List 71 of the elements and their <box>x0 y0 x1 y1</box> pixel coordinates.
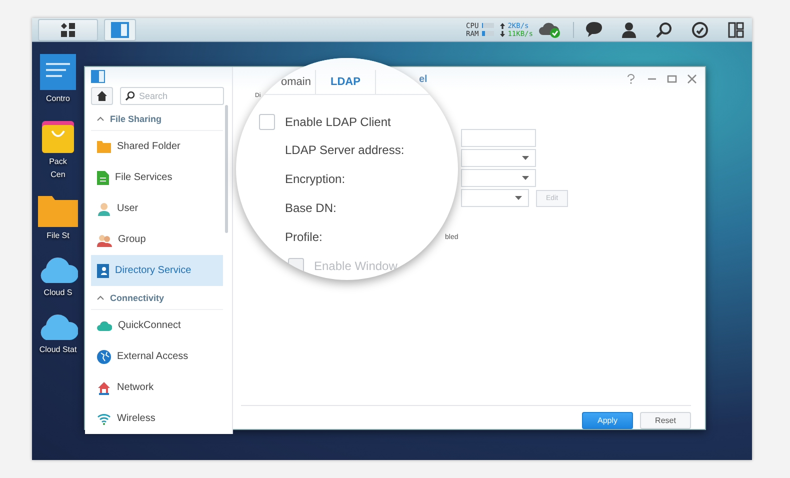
checkbox-label: Enable Window <box>314 258 398 273</box>
home-button[interactable] <box>91 87 113 105</box>
house-icon <box>97 380 111 394</box>
field-label: Base DN: <box>285 200 336 217</box>
document-icon <box>97 170 109 184</box>
sidebar-item[interactable]: Network <box>91 372 223 403</box>
dropdown-field[interactable] <box>461 149 536 167</box>
user-icon <box>97 202 111 216</box>
checkbox[interactable] <box>259 114 275 130</box>
desktop-icon-label[interactable]: Cloud S <box>44 288 72 297</box>
dropdown-field[interactable] <box>461 169 536 187</box>
section-header[interactable]: Connectivity <box>91 286 223 310</box>
sidebar-item[interactable]: File Services <box>91 162 223 193</box>
checkbox-label: Enable LDAP Client <box>285 114 391 129</box>
chat-icon[interactable] <box>586 22 602 37</box>
help-icon <box>627 74 635 84</box>
sidebar-item[interactable]: Shared Folder <box>91 131 223 162</box>
desktop-icon-label[interactable]: Cloud Stat <box>39 345 77 354</box>
folder-icon <box>97 140 111 153</box>
section-header[interactable]: File Sharing <box>91 107 223 131</box>
window-icon[interactable] <box>40 54 76 90</box>
dropdown-field[interactable] <box>461 189 529 207</box>
desktop-icon-label[interactable]: Pack <box>49 157 67 166</box>
globe-icon <box>97 350 111 364</box>
section-title: Connectivity <box>110 292 164 302</box>
user-icon[interactable] <box>622 22 636 38</box>
main-menu-button[interactable] <box>38 18 98 40</box>
group-icon <box>97 232 112 246</box>
ram-meter <box>482 31 494 36</box>
text-field[interactable] <box>461 129 536 147</box>
sidebar-item[interactable]: External Access <box>91 341 223 372</box>
search-icon[interactable] <box>656 22 672 38</box>
contact-book-icon <box>97 264 109 278</box>
folder-icon[interactable] <box>38 193 78 227</box>
close-button[interactable] <box>687 74 697 84</box>
desktop-icon-label[interactable]: File St <box>46 231 70 240</box>
cloud-check-icon[interactable] <box>539 22 561 38</box>
control-panel-taskbar-button[interactable] <box>104 18 136 40</box>
caret-icon <box>522 176 529 180</box>
up-arrow-icon <box>500 22 505 28</box>
caret-icon <box>515 196 522 200</box>
field-label: Encryption: <box>285 171 346 188</box>
search-field[interactable]: Search <box>120 87 224 105</box>
caret-icon <box>522 156 529 160</box>
close-icon <box>687 74 697 84</box>
window-icon <box>111 22 129 38</box>
window-icon <box>91 70 105 83</box>
section-title: File Sharing <box>110 114 162 124</box>
maximize-icon <box>667 74 677 84</box>
widgets-icon[interactable] <box>728 22 744 38</box>
house-icon <box>97 91 107 101</box>
maximize-button[interactable] <box>667 74 677 84</box>
cloud-icon <box>97 320 112 332</box>
sidebar-item[interactable]: User <box>91 193 223 224</box>
desktop-icon-label[interactable]: Contro <box>46 94 70 103</box>
desktop-icon-label[interactable]: Cen <box>50 170 66 179</box>
sidebar-item[interactable]: Group <box>91 224 223 255</box>
sidebar-item[interactable]: QuickConnect <box>91 310 223 341</box>
sidebar-item[interactable]: Directory Service <box>91 255 223 286</box>
down-arrow-icon <box>500 30 505 36</box>
field-label: Profile: <box>285 228 322 246</box>
tab[interactable]: omain <box>256 70 316 94</box>
tab[interactable]: LDAP <box>316 70 376 94</box>
wifi-icon <box>97 412 111 425</box>
sidebar-item[interactable]: Wireless <box>91 403 223 434</box>
cpu-meter <box>482 23 494 28</box>
reset-button[interactable]: Reset <box>640 412 691 428</box>
field-label: LDAP Server address: <box>285 142 404 160</box>
search-icon <box>125 91 135 101</box>
grid-icon <box>61 22 75 36</box>
help-button[interactable] <box>627 74 637 84</box>
